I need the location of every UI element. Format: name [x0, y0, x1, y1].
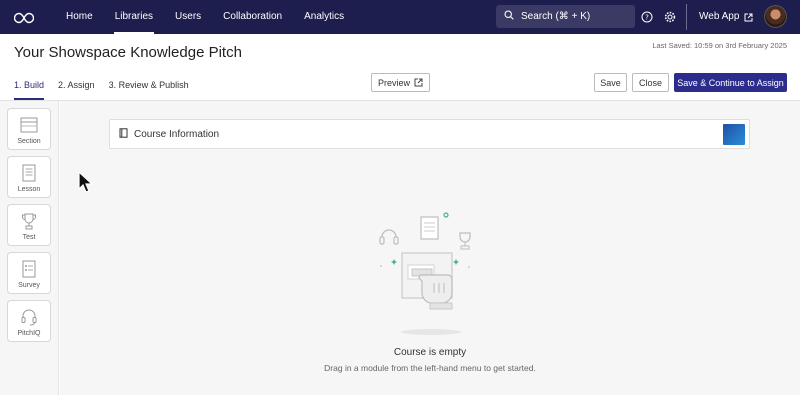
module-label: Lesson	[17, 186, 41, 193]
save-continue-button[interactable]: Save & Continue to Assign	[674, 73, 787, 92]
nav-item-analytics[interactable]: Analytics	[293, 0, 355, 34]
mouse-cursor-icon	[78, 170, 94, 200]
nav-divider	[686, 4, 687, 30]
headset-icon	[20, 307, 38, 327]
tab-assign[interactable]: 2. Assign	[58, 80, 95, 100]
search-icon	[504, 10, 514, 23]
trophy-icon	[21, 211, 37, 231]
avatar[interactable]	[764, 5, 787, 28]
course-information-card[interactable]: Course Information	[109, 119, 750, 149]
module-lesson[interactable]: Lesson	[7, 156, 51, 198]
last-saved-text: Last Saved: 10:59 on 3rd February 2025	[652, 41, 787, 50]
top-nav: Home Libraries Users Collaboration Analy…	[0, 0, 800, 34]
course-information-title: Course Information	[134, 128, 220, 140]
nav-item-users[interactable]: Users	[164, 0, 212, 34]
tab-review-publish[interactable]: 3. Review & Publish	[109, 80, 189, 100]
nav-item-home[interactable]: Home	[55, 0, 104, 34]
module-test[interactable]: Test	[7, 204, 51, 246]
nav-item-libraries[interactable]: Libraries	[104, 0, 164, 34]
page-title: Your Showspace Knowledge Pitch	[14, 44, 242, 61]
module-label: Section	[17, 138, 41, 145]
survey-icon	[21, 259, 37, 279]
nav-menu: Home Libraries Users Collaboration Analy…	[55, 0, 355, 34]
nav-item-collaboration[interactable]: Collaboration	[212, 0, 293, 34]
save-button[interactable]: Save	[594, 73, 627, 92]
help-icon[interactable]: ?	[641, 10, 655, 24]
course-canvas[interactable]: Course Information Course is empty Drag …	[60, 101, 800, 395]
web-app-label: Web App	[699, 11, 740, 22]
preview-button[interactable]: Preview	[371, 73, 430, 92]
module-sidebar: Section Lesson Test Survey PitchIQ	[0, 101, 59, 395]
tab-build[interactable]: 1. Build	[14, 80, 45, 100]
lesson-icon	[21, 163, 37, 183]
web-app-link[interactable]: Web App	[699, 0, 753, 34]
preview-label: Preview	[377, 77, 410, 88]
search-box[interactable]: Search (⌘ + K)	[496, 5, 635, 28]
module-section[interactable]: Section	[7, 108, 51, 150]
module-pitchiq[interactable]: PitchIQ	[7, 300, 51, 342]
section-icon	[20, 115, 38, 135]
book-icon	[119, 125, 128, 143]
course-thumbnail[interactable]	[723, 124, 745, 145]
logo-icon[interactable]	[13, 11, 35, 24]
step-tabs: 1. Build 2. Assign 3. Review & Publish	[14, 80, 203, 100]
close-button[interactable]: Close	[632, 73, 669, 92]
empty-state-subtitle: Drag in a module from the left-hand menu…	[324, 363, 536, 373]
external-link-icon	[414, 78, 423, 87]
module-label: Test	[22, 234, 36, 241]
module-label: Survey	[18, 282, 40, 289]
external-link-icon	[744, 13, 753, 21]
module-survey[interactable]: Survey	[7, 252, 51, 294]
svg-text:?: ?	[645, 14, 649, 22]
settings-icon[interactable]	[664, 10, 678, 24]
search-label: Search (⌘ + K)	[521, 11, 591, 22]
empty-state-illustration	[372, 209, 482, 344]
empty-state-title: Course is empty	[393, 347, 467, 358]
module-label: PitchIQ	[17, 330, 41, 337]
